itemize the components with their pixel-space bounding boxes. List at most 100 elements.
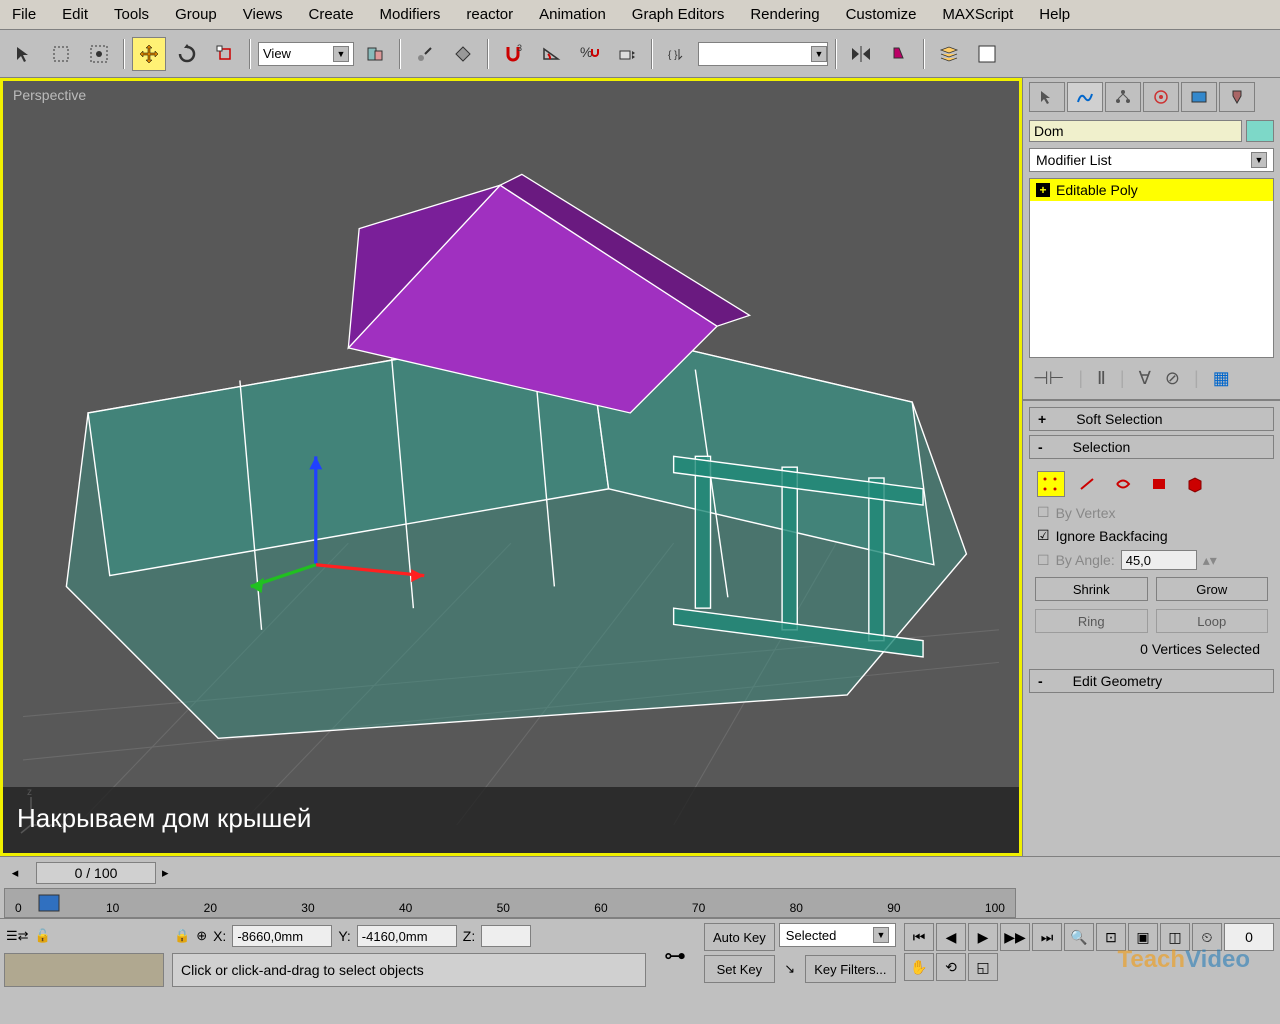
- prev-frame-icon[interactable]: ◀: [936, 923, 966, 951]
- track-bar[interactable]: [4, 953, 164, 987]
- by-angle-checkbox[interactable]: ☐By Angle:▴▾: [1035, 547, 1268, 573]
- object-name-input[interactable]: [1029, 120, 1242, 142]
- subtitle-overlay: Накрываем дом крышей: [3, 787, 1019, 853]
- autokey-button[interactable]: Auto Key: [704, 923, 775, 951]
- rollout-edit-geometry[interactable]: -Edit Geometry: [1029, 669, 1274, 693]
- transform-type-in-icon[interactable]: ⊕: [196, 928, 207, 944]
- setkey-button[interactable]: Set Key: [704, 955, 775, 983]
- zoom-icon[interactable]: 🔍: [1064, 923, 1094, 951]
- align-icon[interactable]: [882, 37, 916, 71]
- select-region-icon[interactable]: [44, 37, 78, 71]
- command-panel-tabs: [1023, 78, 1280, 116]
- tab-utilities-icon[interactable]: [1219, 82, 1255, 112]
- move-icon[interactable]: [132, 37, 166, 71]
- menu-customize[interactable]: Customize: [842, 4, 921, 25]
- show-end-result-icon[interactable]: Ⅱ: [1097, 368, 1106, 389]
- svg-text:%: %: [580, 44, 592, 60]
- menu-rendering[interactable]: Rendering: [746, 4, 823, 25]
- named-selection-dropdown[interactable]: ▼: [698, 42, 828, 66]
- modifier-list-dropdown[interactable]: Modifier List▼: [1029, 148, 1274, 172]
- curve-editor-icon[interactable]: [970, 37, 1004, 71]
- next-frame-icon[interactable]: ▶▶: [1000, 923, 1030, 951]
- rotate-icon[interactable]: [170, 37, 204, 71]
- menu-modifiers[interactable]: Modifiers: [376, 4, 445, 25]
- coord-system-dropdown[interactable]: View▼: [258, 42, 354, 66]
- select-circular-icon[interactable]: [82, 37, 116, 71]
- keyfilters-button[interactable]: Key Filters...: [805, 955, 896, 983]
- vertex-subobject-icon[interactable]: [1037, 471, 1065, 497]
- keymode-toggle-icon[interactable]: ↘: [779, 955, 801, 983]
- rollout-soft-selection[interactable]: +Soft Selection: [1029, 407, 1274, 431]
- by-angle-input[interactable]: [1121, 550, 1197, 570]
- remove-modifier-icon[interactable]: ⊘: [1165, 368, 1180, 389]
- goto-start-icon[interactable]: ⏮: [904, 923, 934, 951]
- pan-icon[interactable]: ✋: [904, 953, 934, 981]
- y-coord-input[interactable]: [357, 925, 457, 947]
- pin-stack-icon[interactable]: ⊣⊢: [1033, 368, 1064, 389]
- percent-snap-icon[interactable]: %: [572, 37, 606, 71]
- x-coord-input[interactable]: [232, 925, 332, 947]
- layers-icon[interactable]: [932, 37, 966, 71]
- ignore-backfacing-checkbox[interactable]: ☑Ignore Backfacing: [1035, 524, 1268, 547]
- object-color-swatch[interactable]: [1246, 120, 1274, 142]
- tab-hierarchy-icon[interactable]: [1105, 82, 1141, 112]
- edge-subobject-icon[interactable]: [1073, 471, 1101, 497]
- menu-create[interactable]: Create: [305, 4, 358, 25]
- menu-file[interactable]: File: [8, 4, 40, 25]
- menu-animation[interactable]: Animation: [535, 4, 610, 25]
- menu-bar: File Edit Tools Group Views Create Modif…: [0, 0, 1280, 30]
- keyboard-shortcut-icon[interactable]: [446, 37, 480, 71]
- viewport-label: Perspective: [13, 87, 86, 103]
- element-subobject-icon[interactable]: [1181, 471, 1209, 497]
- angle-snap-icon[interactable]: [534, 37, 568, 71]
- frame-indicator[interactable]: 0 / 100: [36, 862, 156, 884]
- snap-toggle-icon[interactable]: 3: [496, 37, 530, 71]
- polygon-subobject-icon[interactable]: [1145, 471, 1173, 497]
- menu-group[interactable]: Group: [171, 4, 221, 25]
- loop-button[interactable]: Loop: [1156, 609, 1269, 633]
- select-manipulate-icon[interactable]: [408, 37, 442, 71]
- tab-create-icon[interactable]: [1029, 82, 1065, 112]
- timeline-ruler[interactable]: 0102030405060708090100: [4, 888, 1016, 918]
- z-coord-input[interactable]: [481, 925, 531, 947]
- track-lock-icon[interactable]: 🔓: [35, 928, 51, 944]
- modifier-stack[interactable]: +Editable Poly: [1029, 178, 1274, 358]
- scale-icon[interactable]: [208, 37, 242, 71]
- viewport-perspective[interactable]: Perspective: [0, 78, 1022, 856]
- tab-display-icon[interactable]: [1181, 82, 1217, 112]
- select-arrow-icon[interactable]: [6, 37, 40, 71]
- mirror-icon[interactable]: [844, 37, 878, 71]
- make-unique-icon[interactable]: ∀: [1139, 368, 1151, 389]
- maximize-viewport-icon[interactable]: ◱: [968, 953, 998, 981]
- menu-edit[interactable]: Edit: [58, 4, 92, 25]
- track-config-icon[interactable]: ☰⇄: [6, 928, 29, 944]
- lock-selection-icon[interactable]: 🔒: [174, 928, 190, 944]
- configure-sets-icon[interactable]: ▦: [1213, 368, 1230, 389]
- rollout-selection[interactable]: -Selection: [1029, 435, 1274, 459]
- menu-grapheditors[interactable]: Graph Editors: [628, 4, 729, 25]
- keyfilter-dropdown[interactable]: Selected▼: [779, 923, 896, 947]
- goto-end-icon[interactable]: ⏭: [1032, 923, 1062, 951]
- modifier-stack-tools: ⊣⊢ | Ⅱ | ∀ ⊘ | ▦: [1023, 362, 1280, 395]
- named-selection-icon[interactable]: { }: [660, 37, 694, 71]
- key-mode-icon[interactable]: ⊶: [650, 919, 700, 992]
- menu-maxscript[interactable]: MAXScript: [938, 4, 1017, 25]
- shrink-button[interactable]: Shrink: [1035, 577, 1148, 601]
- menu-help[interactable]: Help: [1035, 4, 1074, 25]
- play-icon[interactable]: ▶: [968, 923, 998, 951]
- menu-reactor[interactable]: reactor: [462, 4, 517, 25]
- menu-views[interactable]: Views: [239, 4, 287, 25]
- arc-rotate-icon[interactable]: ⟲: [936, 953, 966, 981]
- grow-button[interactable]: Grow: [1156, 577, 1269, 601]
- tab-motion-icon[interactable]: [1143, 82, 1179, 112]
- time-slider[interactable]: ◂ 0 / 100 ▸: [0, 856, 1280, 888]
- border-subobject-icon[interactable]: [1109, 471, 1137, 497]
- pivot-icon[interactable]: [358, 37, 392, 71]
- menu-tools[interactable]: Tools: [110, 4, 153, 25]
- tab-modify-icon[interactable]: [1067, 82, 1103, 112]
- ring-button[interactable]: Ring: [1035, 609, 1148, 633]
- main-area: Perspective: [0, 78, 1280, 856]
- by-vertex-checkbox[interactable]: ☐By Vertex: [1035, 501, 1268, 524]
- spinner-snap-icon[interactable]: [610, 37, 644, 71]
- stack-item-editable-poly[interactable]: +Editable Poly: [1030, 179, 1273, 201]
